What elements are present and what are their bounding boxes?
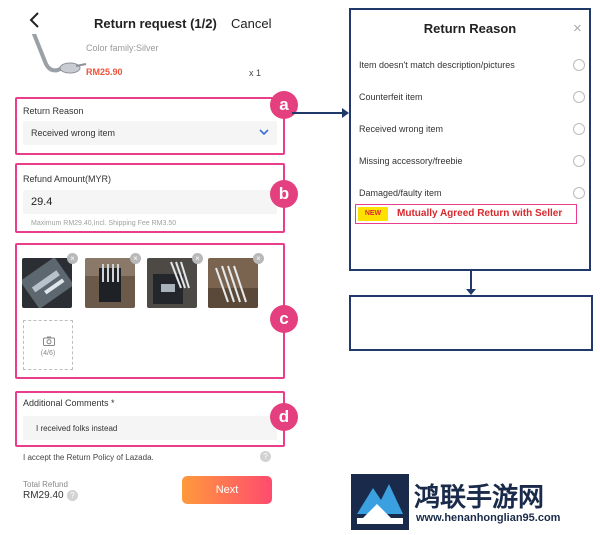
radio-icon[interactable] <box>573 59 585 71</box>
product-color-family: Color family:Silver <box>86 43 159 53</box>
help-icon[interactable]: ? <box>260 451 271 462</box>
refund-amount-label: Refund Amount(MYR) <box>23 174 112 184</box>
radio-icon[interactable] <box>573 123 585 135</box>
help-icon[interactable]: ? <box>67 490 78 501</box>
photo-count: (4/6) <box>40 350 56 357</box>
remove-photo-button[interactable]: × <box>130 253 141 264</box>
comments-label: Additional Comments * <box>23 398 115 408</box>
watermark-url: www.henanhonglian95.com <box>416 512 561 524</box>
evidence-photo[interactable] <box>85 258 135 308</box>
back-arrow-icon[interactable] <box>28 12 42 28</box>
remove-photo-button[interactable]: × <box>253 253 264 264</box>
cancel-button[interactable]: Cancel <box>231 16 271 31</box>
add-photo-button[interactable]: (4/6) <box>23 320 73 370</box>
product-quantity: x 1 <box>249 68 262 78</box>
watermark-logo <box>351 474 409 530</box>
return-reason-select[interactable]: Received wrong item <box>23 121 277 145</box>
refund-amount-value: 29.4 <box>31 196 53 208</box>
new-reason-option[interactable]: NEW Mutually Agreed Return with Seller <box>355 204 577 224</box>
return-reason-value: Received wrong item <box>31 128 116 138</box>
reason-option[interactable]: Item doesn't match description/pictures <box>351 55 589 79</box>
comments-value: I received folks instead <box>36 424 118 433</box>
reason-option-label: Counterfeit item <box>359 92 423 102</box>
remove-photo-button[interactable]: × <box>192 253 203 264</box>
reason-option-label: Item doesn't match description/pictures <box>359 60 515 70</box>
watermark-title: 鸿联手游网 <box>414 482 545 512</box>
return-policy-text[interactable]: I accept the Return Policy of Lazada. <box>23 453 154 462</box>
annotation-badge-d: d <box>270 403 298 431</box>
remove-photo-button[interactable]: × <box>67 253 78 264</box>
product-price: RM25.90 <box>86 67 123 77</box>
radio-icon[interactable] <box>573 187 585 199</box>
total-refund-amount: RM29.40 <box>23 490 64 501</box>
empty-next-step-box <box>349 295 593 351</box>
page-title: Return request (1/2) <box>94 16 217 31</box>
new-reason-label: Mutually Agreed Return with Seller <box>397 208 563 219</box>
new-badge: NEW <box>358 207 388 221</box>
comments-field[interactable]: I received folks instead <box>23 416 277 440</box>
radio-icon[interactable] <box>573 155 585 167</box>
watermark: 鸿联手游网 www.henanhonglian95.com <box>348 470 600 535</box>
radio-icon[interactable] <box>573 91 585 103</box>
refund-amount-hint: Maximum RM29.40,Incl. Shipping Fee RM3.5… <box>31 220 177 227</box>
reason-option[interactable]: Received wrong item <box>351 119 589 143</box>
popup-title: Return Reason <box>423 21 517 36</box>
next-button[interactable]: Next <box>182 476 272 504</box>
return-reason-label: Return Reason <box>23 106 84 116</box>
return-request-screen: Return request (1/2) Cancel Color family… <box>6 0 298 535</box>
evidence-photo[interactable] <box>22 258 72 308</box>
reason-option[interactable]: Missing accessory/freebie <box>351 151 589 175</box>
annotation-badge-b: b <box>270 180 298 208</box>
product-thumbnail <box>32 34 87 74</box>
reason-option-label: Received wrong item <box>359 124 444 134</box>
annotation-badge-a: a <box>270 91 298 119</box>
return-reason-popup: Return Reason × Item doesn't match descr… <box>349 8 591 271</box>
evidence-photo[interactable] <box>147 258 197 308</box>
reason-option[interactable]: Counterfeit item <box>351 87 589 111</box>
reason-option-label: Damaged/faulty item <box>359 188 442 198</box>
reason-option-label: Missing accessory/freebie <box>359 156 463 166</box>
camera-icon <box>43 336 55 346</box>
refund-amount-field[interactable]: 29.4 <box>23 190 277 214</box>
close-icon[interactable]: × <box>573 20 582 37</box>
total-refund-label: Total Refund <box>23 480 68 489</box>
evidence-photo[interactable] <box>208 258 258 308</box>
annotation-badge-c: c <box>270 305 298 333</box>
chevron-down-icon <box>259 129 269 136</box>
